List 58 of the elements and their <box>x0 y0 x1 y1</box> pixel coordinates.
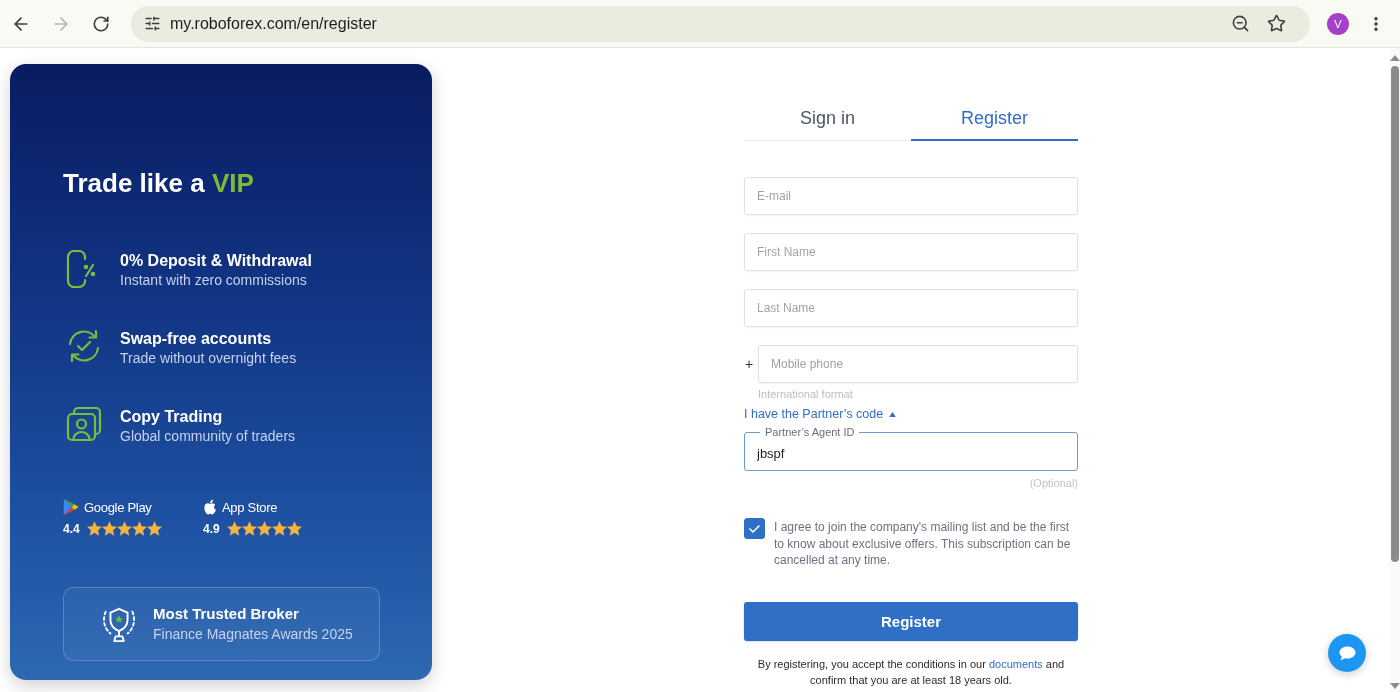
rating-value: 4.9 <box>203 521 220 536</box>
sliders-icon[interactable] <box>143 15 161 32</box>
store-name: App Store <box>222 499 278 515</box>
name-field[interactable]: First Name <box>744 233 1078 271</box>
feature-title: 0% Deposit & Withdrawal <box>120 251 312 270</box>
scroll-down-icon[interactable] <box>1390 683 1400 689</box>
feature-description: Instant with zero commissions <box>120 272 308 289</box>
star-icon <box>146 521 162 536</box>
feature-description: Global community of traders <box>120 428 296 445</box>
profile-avatar[interactable]: V <box>1327 12 1349 35</box>
award-title: Most Trusted Broker <box>153 605 300 623</box>
field-hint: International format <box>758 388 854 401</box>
star-icon <box>256 521 272 536</box>
register-button[interactable]: Register <box>744 601 1078 641</box>
star-icon <box>131 521 147 536</box>
feature-description: Trade without overnight fees <box>120 350 297 367</box>
store-name: Google Play <box>84 499 152 515</box>
headline: Trade like a VIP <box>63 168 254 198</box>
phone-prefix: + <box>744 356 755 372</box>
apple-icon <box>203 498 217 516</box>
star-icon <box>286 521 302 536</box>
star-icon <box>116 521 132 536</box>
shield-trophy-icon <box>100 605 138 643</box>
documents-link[interactable]: documents <box>988 657 1043 670</box>
url-text: my.roboforex.com/en/register <box>170 14 377 33</box>
field-label: Partner’s Agent ID <box>760 426 860 438</box>
rating-value: 4.4 <box>63 521 80 536</box>
star-icon <box>241 521 257 536</box>
zoom-out-icon[interactable] <box>1230 14 1250 33</box>
feature-title: Copy Trading <box>120 407 224 426</box>
star-icon <box>226 521 242 536</box>
address-bar[interactable]: my.roboforex.com/en/register <box>131 5 1310 42</box>
refresh-check-icon <box>66 328 102 364</box>
star-icon <box>101 521 117 536</box>
chat-button[interactable] <box>1328 634 1366 672</box>
auth-tab[interactable]: Sign in <box>744 100 911 141</box>
feature-title: Swap-free accounts <box>120 329 273 348</box>
percent-card-icon <box>66 250 96 288</box>
stacked-profile-icon <box>66 406 102 442</box>
play-triangle-icon <box>63 498 79 516</box>
optional-note: (Optional) <box>1029 477 1078 489</box>
auth-tab[interactable]: Register <box>911 100 1078 141</box>
scroll-up-icon[interactable] <box>1390 55 1400 61</box>
speech-bubble-icon <box>1338 645 1356 661</box>
award-subtitle: Finance Magnates Awards 2025 <box>153 626 353 643</box>
checkmark-icon <box>749 524 760 533</box>
email-field[interactable]: E-mail <box>744 177 1078 215</box>
name-field[interactable]: Last Name <box>744 289 1078 327</box>
partner-code-toggle[interactable]: I have the Partner’s code <box>744 407 897 421</box>
bookmark-star-icon[interactable] <box>1266 14 1286 33</box>
consent-text: I agree to join the company's mailing list and be the first to know about exclusive offers. This subscription can be cancelled at any time. <box>774 519 1072 569</box>
star-icon <box>271 521 287 536</box>
reload-icon[interactable] <box>92 14 110 33</box>
star-icon <box>86 521 102 536</box>
scrollbar-thumb[interactable] <box>1391 66 1399 562</box>
phone-field[interactable]: Mobile phone <box>758 345 1078 383</box>
legal-notice: By registering, you accept the conditions in our documents and confirm that you are at least 18 years old. <box>756 656 1066 688</box>
consent-checkbox[interactable] <box>744 518 765 539</box>
